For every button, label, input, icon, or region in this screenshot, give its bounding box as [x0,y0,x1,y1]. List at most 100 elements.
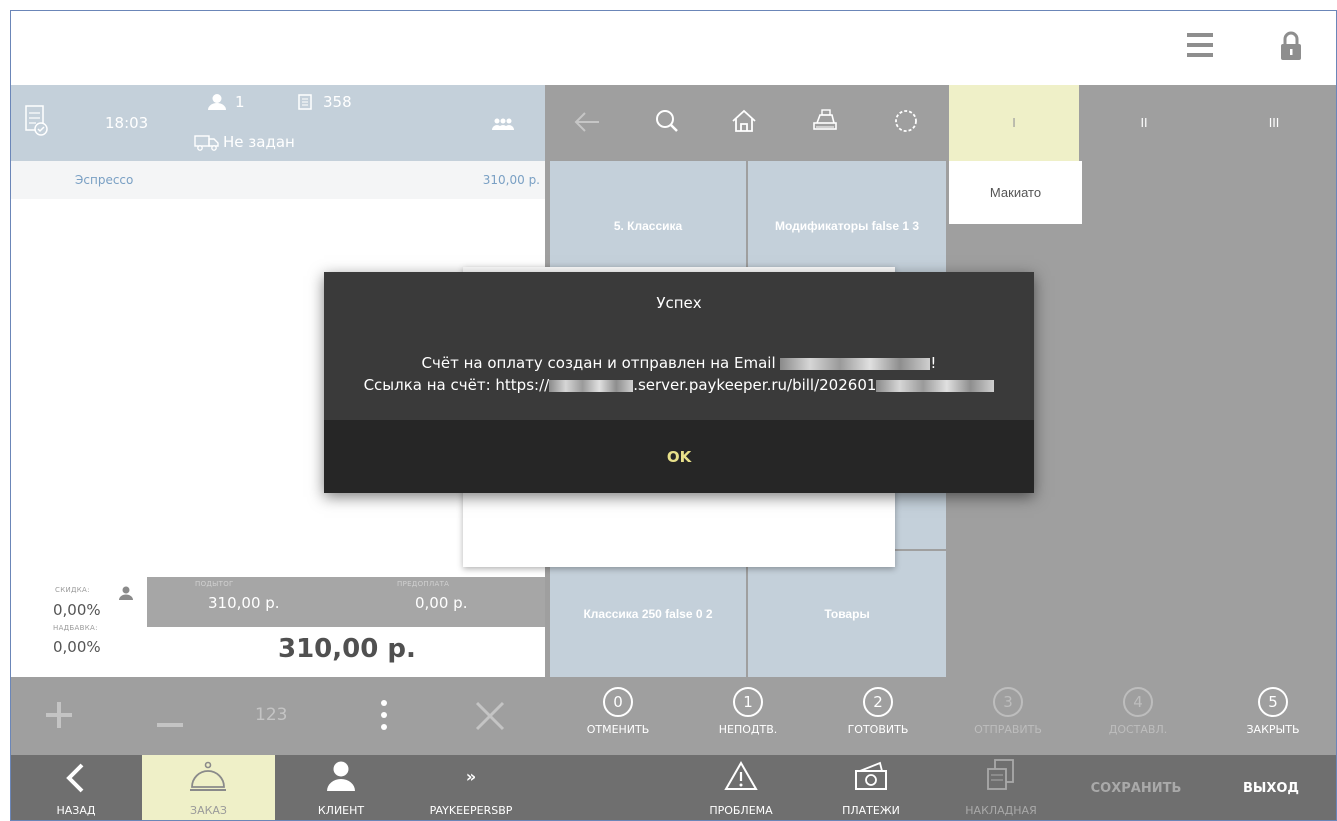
dialog-message: Счёт на оплату создан и отправлен на Ema… [324,352,1034,396]
nav-label: НАЗАД [56,804,96,817]
delete-icon[interactable] [475,701,505,735]
prepayment-value: 0,00 р. [415,594,468,612]
dialog-message-line1: Счёт на оплату создан и отправлен на Ema… [324,352,1034,374]
status-cook-button[interactable]: 2 ГОТОВИТЬ [813,677,943,755]
surcharge-value[interactable]: 0,00% [53,638,101,656]
ok-button[interactable]: OK [619,437,739,477]
search-icon[interactable] [655,109,679,137]
back-arrow-icon[interactable] [574,111,600,137]
dialog-footer: OK [324,420,1034,493]
message-text: ! [930,354,937,372]
nav-label: ПЛАТЕЖИ [842,804,900,817]
status-close-button[interactable]: 5 ЗАКРЫТЬ [1208,677,1336,755]
status-number: 2 [863,687,893,717]
subtotal-panel: ПОДЫТОГ 310,00 р. ПРЕДОПЛАТА 0,00 р. [147,577,545,627]
discount-label: СКИДКА: [55,586,90,594]
delivery-status[interactable]: Не задан [223,133,295,151]
top-bar [11,11,1336,85]
tab-1[interactable]: I [949,85,1079,161]
guest-icon [208,94,226,114]
menu-toolbar [545,85,949,161]
totals-main: ПОДЫТОГ 310,00 р. ПРЕДОПЛАТА 0,00 р. 310… [147,577,545,677]
dialog-message-line2: Ссылка на счёт: https:// .server.paykeepe… [324,374,1034,396]
lock-icon[interactable] [1279,31,1303,61]
guests-group-icon[interactable] [491,115,515,134]
category-goods[interactable]: Товары [748,551,946,677]
status-number: 0 [603,687,633,717]
message-text: .server.paykeeper.ru/bill/202601 [633,376,877,394]
invoice-icon [987,759,1014,790]
category-classic-250[interactable]: Классика 250 false 0 2 [550,551,746,677]
tab-2[interactable]: II [1079,85,1209,161]
double-chevron-icon: » [465,767,477,786]
status-label: ДОСТАВЛ. [1108,723,1168,736]
plus-icon[interactable] [45,701,73,733]
more-options-icon[interactable] [380,699,388,735]
chevron-left-icon [66,763,84,793]
order-status-bar: 0 ОТМЕНИТЬ 1 НЕПОДТВ. 2 ГОТОВИТЬ 3 ОТПРА… [545,677,1336,755]
order-time: 18:03 [105,114,149,132]
nav-save-button[interactable]: СОХРАНИТЬ [1071,755,1201,820]
status-label: НЕПОДТВ. [718,723,778,736]
status-label: ОТПРАВИТЬ [974,723,1042,736]
order-item-price: 310,00 р. [482,173,540,187]
status-send-button[interactable]: 3 ОТПРАВИТЬ [943,677,1073,755]
message-text: Счёт на оплату создан и отправлен на Ema… [421,354,776,372]
status-delivered-button[interactable]: 4 ДОСТАВЛ. [1073,677,1203,755]
order-total: 310,00 р. [278,634,416,664]
status-label: ОТМЕНИТЬ [586,723,650,736]
check-icon [298,94,312,114]
subtotal-label: ПОДЫТОГ [195,580,234,588]
status-label: ЗАКРЫТЬ [1246,723,1300,736]
nav-client-button[interactable]: КЛИЕНТ [276,755,406,820]
user-icon [327,761,355,791]
subtotal-value: 310,00 р. [208,594,280,612]
status-number: 5 [1258,687,1288,717]
status-cancel-button[interactable]: 0 ОТМЕНИТЬ [553,677,683,755]
menu-icon[interactable] [1187,33,1213,57]
order-header: 18:03 1 358 Не задан [11,85,545,161]
nav-paykeeper-button[interactable]: » PAYKEEPERSBP [406,755,536,820]
status-number: 3 [993,687,1023,717]
order-doc-icon[interactable] [25,105,49,141]
dialog-title: Успех [656,294,702,312]
minus-icon[interactable] [156,713,184,732]
order-actions: 123 [11,677,545,755]
nav-back-button[interactable]: НАЗАД [11,755,141,820]
prepayment-label: ПРЕДОПЛАТА [397,580,450,588]
nav-exit-button[interactable]: ВЫХОД [1206,755,1336,820]
message-text: Ссылка на счёт: https:// [363,376,550,394]
success-dialog: Успех Счёт на оплату создан и отправлен … [324,272,1034,493]
cash-register-icon[interactable] [812,109,838,135]
redacted-subdomain [549,379,634,392]
order-totals: СКИДКА: 0,00% НАДБАВКА: 0,00% ПОДЫТОГ 31… [11,577,545,677]
pos-window: 18:03 1 358 Не задан Эспрессо 310,00 р. [10,10,1337,821]
redacted-bill-id [876,379,995,392]
quantity-keypad-button[interactable]: 123 [255,705,287,725]
warning-icon [724,761,758,790]
nav-label: PAYKEEPERSBP [429,804,513,817]
order-item-row[interactable]: Эспрессо 310,00 р. [11,161,545,199]
loading-circle-icon[interactable] [894,109,918,137]
nav-label: ПРОБЛЕМА [709,804,773,817]
nav-label: НАКЛАДНАЯ [965,804,1037,817]
nav-order-button[interactable]: ЗАКАЗ [142,755,275,820]
nav-label: ЗАКАЗ [190,804,227,817]
delivery-icon[interactable] [194,135,220,155]
surcharge-label: НАДБАВКА: [53,624,98,632]
nav-invoice-button[interactable]: НАКЛАДНАЯ [936,755,1066,820]
section-tabs: I II III [949,85,1336,161]
nav-label: КЛИЕНТ [317,804,365,817]
discount-user-icon[interactable] [119,585,133,604]
product-tile-macchiato[interactable]: Макиато [949,161,1082,224]
nav-problem-button[interactable]: ПРОБЛЕМА [676,755,806,820]
home-icon[interactable] [731,109,757,137]
tab-3[interactable]: III [1209,85,1336,161]
status-label: ГОТОВИТЬ [847,723,909,736]
discount-value[interactable]: 0,00% [53,601,101,619]
order-item-name: Эспрессо [75,173,134,187]
status-unconfirmed-button[interactable]: 1 НЕПОДТВ. [683,677,813,755]
check-number: 358 [323,93,352,111]
nav-payments-button[interactable]: ПЛАТЕЖИ [806,755,936,820]
redacted-email [780,357,931,370]
